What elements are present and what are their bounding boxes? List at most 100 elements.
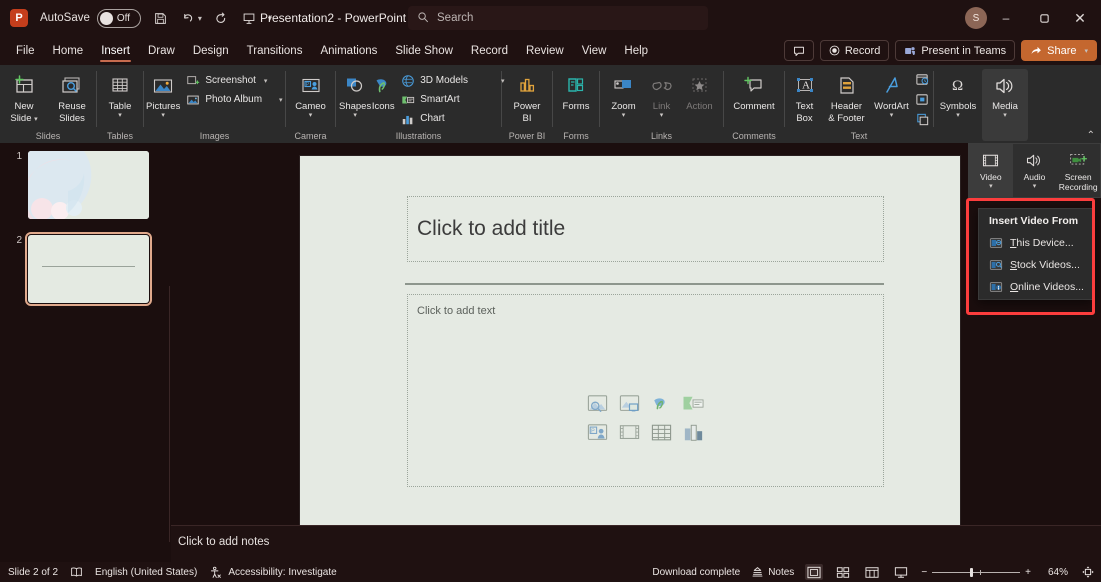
media-item-screen-recording[interactable]: Screen Recording: [1056, 144, 1100, 197]
close-button[interactable]: ✕: [1063, 6, 1097, 30]
user-avatar[interactable]: S: [965, 7, 987, 29]
tab-animations[interactable]: Animations: [311, 37, 386, 64]
media-button[interactable]: Media ▾: [982, 69, 1028, 141]
redo-icon[interactable]: [213, 7, 230, 29]
table-placeholder-icon[interactable]: [647, 420, 675, 446]
autosave-toggle[interactable]: Off: [97, 9, 141, 28]
save-icon[interactable]: [152, 7, 169, 29]
shapes-button[interactable]: Shapes ▾: [339, 69, 371, 120]
photo-album-button[interactable]: Photo Album ▾: [182, 90, 285, 109]
zoom-level-label[interactable]: 64%: [1042, 567, 1068, 578]
zoom-in-button[interactable]: +: [1025, 567, 1031, 578]
slide-counter[interactable]: Slide 2 of 2: [8, 567, 58, 578]
reuse-slides-button[interactable]: Reuse Slides: [48, 69, 96, 124]
header-footer-button[interactable]: Header & Footer: [823, 69, 871, 124]
slide-number-button[interactable]: [913, 90, 932, 109]
audio-dropdown-caret-icon[interactable]: ▾: [1033, 182, 1037, 192]
menu-item-this-device[interactable]: This Device...: [979, 232, 1092, 254]
smartart-placeholder-icon[interactable]: [679, 391, 707, 417]
record-button[interactable]: Record: [820, 40, 889, 61]
start-presentation-icon[interactable]: [241, 7, 258, 29]
fit-to-window-icon[interactable]: [1079, 564, 1097, 580]
tab-insert[interactable]: Insert: [92, 37, 139, 64]
new-slide-button[interactable]: New Slide ▾: [0, 69, 48, 124]
tab-design[interactable]: Design: [184, 37, 238, 64]
zoom-slider-track[interactable]: [932, 572, 1020, 573]
table-dropdown-caret-icon[interactable]: ▾: [118, 112, 122, 120]
comments-button[interactable]: [784, 40, 814, 61]
media-item-video[interactable]: Video ▾: [969, 144, 1013, 197]
pictures-button[interactable]: Pictures ▾: [146, 69, 180, 120]
notes-button[interactable]: Notes: [751, 566, 794, 578]
title-placeholder[interactable]: Click to add title: [407, 196, 884, 262]
chart-button[interactable]: Chart: [397, 109, 507, 128]
3d-models-button[interactable]: 3D Models ▾: [397, 71, 507, 90]
tab-view[interactable]: View: [573, 37, 616, 64]
minimize-button[interactable]: –: [989, 6, 1023, 30]
icons-placeholder-icon[interactable]: [647, 391, 675, 417]
symbols-dropdown-caret-icon[interactable]: ▾: [956, 112, 960, 120]
chart-placeholder-icon[interactable]: [679, 420, 707, 446]
power-bi-button[interactable]: Power BI: [502, 69, 552, 124]
comment-button[interactable]: Comment: [725, 69, 783, 112]
tab-record[interactable]: Record: [462, 37, 517, 64]
text-box-button[interactable]: A Text Box: [787, 69, 823, 124]
undo-icon[interactable]: [180, 7, 197, 29]
language-indicator[interactable]: English (United States): [95, 567, 197, 578]
thumbnail-item-2[interactable]: 2: [4, 235, 149, 303]
zoom-slider[interactable]: − +: [921, 567, 1031, 578]
media-item-audio[interactable]: Audio ▾: [1013, 144, 1057, 197]
menu-item-online-videos[interactable]: Online Videos...: [979, 276, 1092, 298]
zoom-out-button[interactable]: −: [921, 567, 927, 578]
thumbnail-item-1[interactable]: 1: [4, 151, 149, 219]
zoom-slider-handle[interactable]: [970, 568, 973, 577]
cameo-button[interactable]: P Cameo ▾: [286, 69, 335, 120]
shapes-dropdown-caret-icon[interactable]: ▾: [353, 112, 357, 120]
zoom-dropdown-caret-icon[interactable]: ▾: [622, 112, 626, 120]
zoom-button[interactable]: Zoom ▾: [604, 69, 644, 120]
photo-album-dropdown-caret-icon[interactable]: ▾: [279, 96, 283, 104]
tab-draw[interactable]: Draw: [139, 37, 184, 64]
share-button[interactable]: Share ▾: [1021, 40, 1097, 61]
smartart-button[interactable]: SmartArt: [397, 90, 507, 109]
table-button[interactable]: Table ▾: [97, 69, 143, 120]
undo-dropdown-caret-icon[interactable]: ▾: [198, 14, 202, 23]
present-in-teams-button[interactable]: Present in Teams: [895, 40, 1015, 61]
content-placeholder[interactable]: Click to add text P: [407, 294, 884, 487]
video-placeholder-icon[interactable]: [615, 420, 643, 446]
tab-home[interactable]: Home: [44, 37, 93, 64]
tab-slide-show[interactable]: Slide Show: [386, 37, 462, 64]
media-dropdown-caret-icon[interactable]: ▾: [1003, 112, 1007, 120]
menu-item-stock-videos[interactable]: Stock Videos...: [979, 254, 1092, 276]
pictures-dropdown-caret-icon[interactable]: ▾: [161, 112, 165, 120]
slide-thumbnail-panel[interactable]: 1 2: [0, 143, 170, 562]
screenshot-dropdown-caret-icon[interactable]: ▾: [264, 77, 268, 85]
tab-review[interactable]: Review: [517, 37, 573, 64]
thumbnail-2[interactable]: [28, 235, 149, 303]
accessibility-checker[interactable]: Accessibility: Investigate: [209, 566, 336, 579]
date-time-button[interactable]: [913, 70, 932, 89]
maximize-button[interactable]: [1027, 6, 1061, 30]
slide-show-icon[interactable]: [892, 564, 910, 580]
cameo-placeholder-icon[interactable]: P: [583, 420, 611, 446]
normal-view-icon[interactable]: [805, 564, 823, 580]
object-button[interactable]: [913, 110, 932, 129]
cameo-dropdown-caret-icon[interactable]: ▾: [309, 112, 313, 120]
wordart-dropdown-caret-icon[interactable]: ▾: [890, 112, 894, 120]
wordart-button[interactable]: WordArt ▾: [871, 69, 913, 120]
forms-button[interactable]: Forms: [553, 69, 599, 112]
symbols-button[interactable]: Ω Symbols ▾: [934, 69, 982, 120]
search-box[interactable]: Search: [408, 6, 708, 30]
stock-images-icon[interactable]: [583, 391, 611, 417]
tab-help[interactable]: Help: [615, 37, 657, 64]
share-dropdown-caret-icon[interactable]: ▾: [1084, 47, 1088, 55]
tab-transitions[interactable]: Transitions: [238, 37, 312, 64]
video-dropdown-caret-icon[interactable]: ▾: [989, 182, 993, 192]
pictures-placeholder-icon[interactable]: [615, 391, 643, 417]
screenshot-button[interactable]: Screenshot ▾: [182, 71, 285, 90]
collapse-ribbon-button[interactable]: ⌃: [1087, 130, 1095, 141]
tab-file[interactable]: File: [7, 37, 44, 64]
notes-pane[interactable]: Click to add notes: [171, 525, 1101, 562]
thumbnail-1[interactable]: [28, 151, 149, 219]
icons-button[interactable]: Icons: [371, 69, 395, 112]
